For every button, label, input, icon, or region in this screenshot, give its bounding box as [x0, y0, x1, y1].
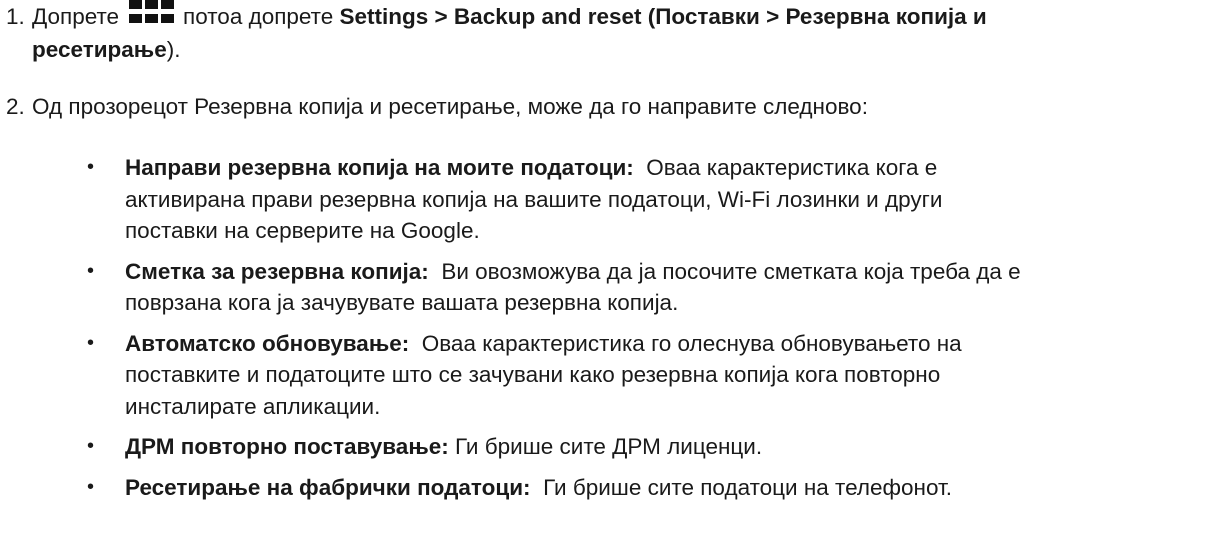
option-term: Ресетирање на фабрички податоци: [125, 474, 531, 500]
step-1-line-1: Допрете потоа допрете Settings > Backup … [32, 0, 987, 33]
step-2: 2. Од прозорецот Резервна копија и ресет… [0, 90, 1209, 123]
step-number: 2. [6, 94, 25, 119]
step-1-line-2: ресетирање). [32, 33, 180, 66]
settings-path: Settings > Backup and reset (Поставки > … [339, 4, 987, 29]
option-term: Сметка за резервна копија: [125, 258, 429, 284]
step-1: 1. Допрете потоа допрете Settings > Back… [0, 0, 1209, 66]
bullet-dot: • [87, 475, 95, 498]
option-desc: поставките и податоците што се зачувани … [125, 362, 941, 387]
option-desc: инсталирате апликации. [125, 393, 381, 419]
bullet-dot: • [87, 331, 95, 354]
option-desc: Ви овозможува да ја посочите сметката ко… [441, 258, 1021, 284]
bullet-dot: • [87, 156, 95, 178]
option-desc: активирана прави резервна копија на ваши… [125, 186, 943, 212]
option-term: Направи резервна копија на моите податоц… [125, 155, 634, 180]
list-item-auto-restore: • Автоматско обновување: Оваа карактерис… [0, 328, 1209, 423]
option-desc: Оваа карактеристика го олеснува обновува… [421, 330, 962, 356]
option-desc: поставки на серверите на Google. [125, 218, 480, 243]
settings-path-cont: ресетирање [32, 37, 167, 62]
option-term: ДРМ повторно поставување: [125, 434, 449, 459]
bullet-dot: • [87, 435, 95, 457]
option-desc: поврзана кога ја зачувувате вашата резер… [125, 290, 679, 315]
step-number: 1. [6, 4, 25, 29]
step-2-text: Од прозорецот Резервна копија и ресетира… [32, 94, 868, 119]
list-item-backup-data: • Направи резервна копија на моите подат… [0, 152, 1209, 247]
bullet-dot: • [87, 259, 95, 282]
option-desc: Ги брише сите податоци на телефонот. [543, 474, 953, 500]
step-1-lead: Допрете [32, 4, 120, 29]
apps-grid-icon [125, 0, 177, 26]
list-item-backup-account: • Сметка за резервна копија: Ви овозможу… [0, 256, 1209, 319]
option-desc: Ги брише сите ДРМ лиценци. [454, 434, 763, 459]
option-desc: Оваа карактеристика кога е [646, 155, 938, 180]
step-1-middle: потоа допрете [183, 4, 334, 29]
step-1-end: ). [166, 37, 181, 62]
list-item-factory-reset: • Ресетирање на фабрички податоци: Ги бр… [0, 472, 1209, 504]
list-item-drm-reset: • ДРМ повторно поставување: Ги брише сит… [0, 431, 1209, 463]
backup-options-list: • Направи резервна копија на моите подат… [0, 152, 1209, 512]
option-term: Автоматско обновување: [125, 330, 410, 356]
